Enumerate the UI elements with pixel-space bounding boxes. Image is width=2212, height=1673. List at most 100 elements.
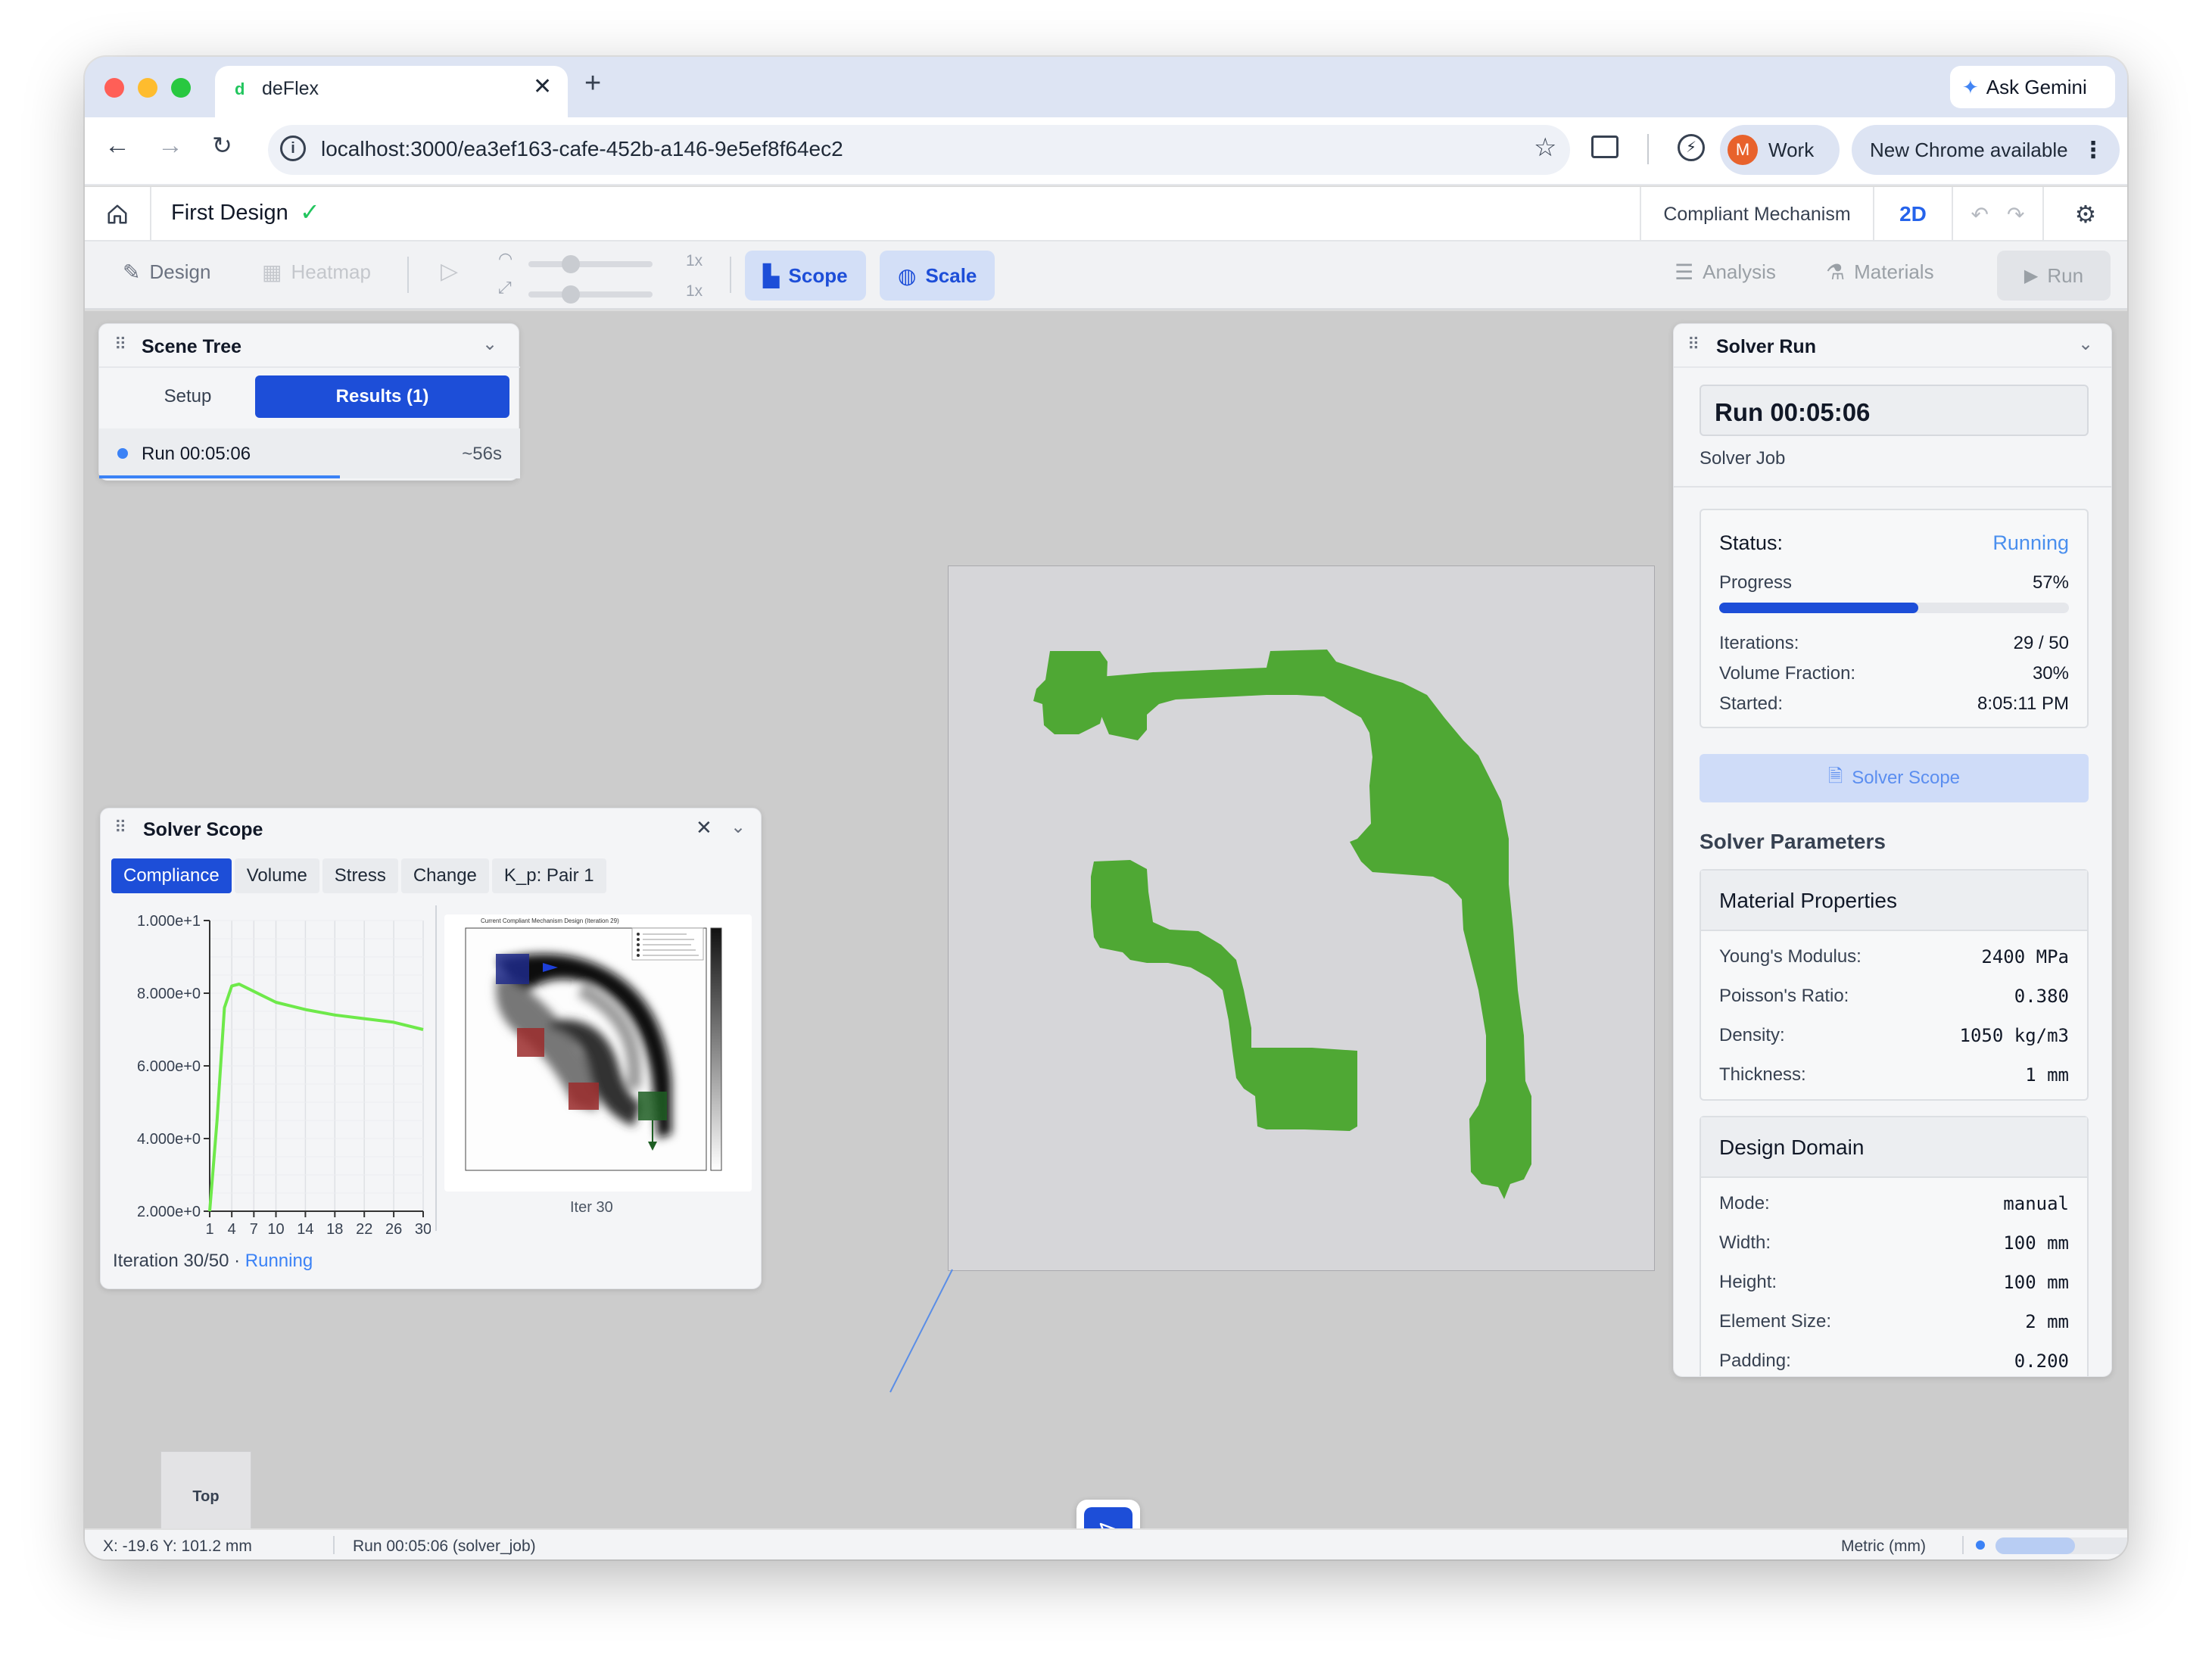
redo-icon[interactable]: ↷: [2007, 202, 2024, 227]
topology-region: [1091, 860, 1357, 1131]
progress-label: Progress: [1719, 572, 1793, 593]
reload-icon[interactable]: ↻: [212, 131, 232, 160]
card-header: Design Domain: [1701, 1117, 2087, 1178]
tab-search-icon[interactable]: [1591, 136, 1618, 158]
home-button[interactable]: [85, 187, 151, 241]
canvas-viewport[interactable]: ⠿ Scene Tree ⌄ Setup Results (1) Run 00:…: [85, 311, 2127, 1559]
grid-icon: ▦: [262, 260, 282, 284]
url-field[interactable]: i localhost:3000/ea3ef163-cafe-452b-a146…: [268, 125, 1570, 175]
material-properties-title: Material Properties: [1719, 889, 1897, 912]
bookmark-star-icon[interactable]: ☆: [1534, 132, 1556, 163]
material-property-value: 2400 MPa: [1981, 946, 2069, 967]
solver-parameters-heading: Solver Parameters: [1700, 830, 1886, 853]
speed-slider-thumb[interactable]: [562, 255, 580, 273]
drag-handle-icon[interactable]: ⠿: [114, 335, 126, 354]
chart-y-tick-label: 1.000e+1: [137, 913, 201, 930]
minimize-window-button[interactable]: [138, 78, 157, 98]
more-menu-icon[interactable]: ⋮: [2082, 137, 2105, 164]
undo-icon[interactable]: ↶: [1971, 202, 1989, 227]
active-job: Run 00:05:06 (solver_job): [353, 1537, 536, 1555]
performance-icon[interactable]: ⚡: [1678, 134, 1705, 161]
chart-y-tick-label: 8.000e+0: [137, 986, 201, 1002]
palette-icon: ◍: [898, 263, 917, 288]
run-eta: ~56s: [462, 444, 502, 464]
design-title[interactable]: First Design: [171, 201, 288, 226]
tab-compliance[interactable]: Compliance: [111, 858, 232, 893]
tab-results[interactable]: Results (1): [255, 375, 509, 418]
analysis-button[interactable]: ☰ Analysis: [1675, 260, 1776, 285]
activity-dot-icon: [1976, 1541, 1985, 1550]
iterations-value: 29 / 50: [2013, 633, 2069, 653]
collapse-chevron-icon[interactable]: ⌄: [482, 333, 497, 355]
card-header: Material Properties: [1701, 871, 2087, 931]
thumbnail-title: Current Compliant Mechanism Design (Iter…: [481, 918, 619, 924]
dimension-toggle[interactable]: 2D: [1873, 187, 1952, 241]
job-progress-bar: [1995, 1537, 2127, 1554]
chart-series-line: [208, 983, 424, 1212]
run-name-field[interactable]: Run 00:05:06: [1700, 385, 2089, 436]
design-button[interactable]: ✎ Design: [123, 260, 210, 285]
ask-gemini-label: Ask Gemini: [1986, 75, 2087, 98]
scene-tree-panel: ⠿ Scene Tree ⌄ Setup Results (1) Run 00:…: [98, 323, 520, 481]
tab-strip: d deFlex ✕ + ✦ Ask Gemini: [85, 57, 2127, 119]
scale-slider[interactable]: [528, 285, 653, 304]
close-window-button[interactable]: [104, 78, 124, 98]
undo-redo-group: ↶ ↷: [1952, 187, 2042, 241]
tab-volume[interactable]: Volume: [234, 858, 319, 893]
site-info-icon[interactable]: i: [280, 136, 306, 161]
play-icon[interactable]: ▷: [441, 258, 458, 285]
heatmap-button[interactable]: ▦ Heatmap: [262, 260, 371, 285]
tab-kp-pair-1[interactable]: K_p: Pair 1: [491, 858, 606, 893]
drag-handle-icon[interactable]: ⠿: [1687, 335, 1700, 354]
browser-tab[interactable]: d deFlex ✕: [215, 66, 568, 119]
divider: [99, 366, 520, 368]
solver-scope-button[interactable]: 🗎 Solver Scope: [1700, 754, 2089, 802]
scale-button[interactable]: ◍ Scale: [880, 251, 995, 301]
toolbar-divider: [407, 257, 409, 293]
collapse-chevron-icon[interactable]: ⌄: [731, 816, 746, 838]
chrome-update-button[interactable]: New Chrome available ⋮: [1852, 125, 2120, 175]
mechanism-type-selector[interactable]: Compliant Mechanism: [1640, 187, 1873, 241]
chart-x-tick-label: 4: [228, 1221, 236, 1238]
solver-run-title: Solver Run: [1716, 336, 1816, 357]
collapse-chevron-icon[interactable]: ⌄: [2078, 333, 2093, 355]
chart-x-tick-label: 7: [250, 1221, 258, 1238]
profile-label: Work: [1768, 138, 1815, 161]
document-icon: 🗎: [1827, 765, 1843, 787]
design-density-plot: [465, 927, 722, 1171]
materials-button[interactable]: ⚗ Materials: [1826, 260, 1934, 285]
speed-slider[interactable]: [528, 255, 653, 273]
run-button[interactable]: ▶ Run: [1997, 251, 2111, 301]
run-name: Run 00:05:06: [1715, 398, 1871, 426]
material-property-label: Young's Modulus:: [1719, 946, 1862, 967]
iteration-progress-text: Iteration 30/50 ·: [113, 1251, 245, 1271]
solver-scope-button-label: Solver Scope: [1852, 768, 1961, 788]
unit-system[interactable]: Metric (mm): [1841, 1537, 1926, 1556]
run-list-item[interactable]: Run 00:05:06 ~56s: [99, 428, 520, 478]
iteration-design-thumbnail[interactable]: Current Compliant Mechanism Design (Iter…: [444, 914, 752, 1192]
run-progress-bar: [99, 475, 340, 478]
scale-value: 1x: [686, 282, 703, 300]
settings-gear-icon[interactable]: ⚙: [2042, 187, 2127, 241]
close-tab-icon[interactable]: ✕: [533, 73, 552, 100]
started-value: 8:05:11 PM: [1977, 693, 2069, 714]
toolbar-divider: [730, 257, 731, 293]
maximize-window-button[interactable]: [171, 78, 191, 98]
scale-slider-thumb[interactable]: [562, 285, 580, 304]
chart-x-tick-label: 22: [356, 1221, 372, 1238]
ask-gemini-button[interactable]: ✦ Ask Gemini: [1950, 66, 2115, 108]
chart-x-tick-label: 10: [267, 1221, 284, 1238]
scope-button[interactable]: ▙ Scope: [745, 251, 866, 301]
tab-setup[interactable]: Setup: [114, 375, 261, 418]
material-property-label: Density:: [1719, 1025, 1785, 1045]
new-tab-icon[interactable]: +: [584, 67, 601, 100]
drag-handle-icon[interactable]: ⠿: [114, 818, 126, 837]
tab-change[interactable]: Change: [400, 858, 489, 893]
profile-chip[interactable]: M Work: [1720, 125, 1840, 175]
back-icon[interactable]: ←: [104, 131, 130, 160]
forward-icon[interactable]: →: [157, 131, 183, 160]
design-domain-title: Design Domain: [1719, 1136, 1865, 1159]
tab-stress[interactable]: Stress: [322, 858, 398, 893]
chart-x-tick-label: 26: [385, 1221, 402, 1238]
close-icon[interactable]: ✕: [696, 816, 712, 840]
